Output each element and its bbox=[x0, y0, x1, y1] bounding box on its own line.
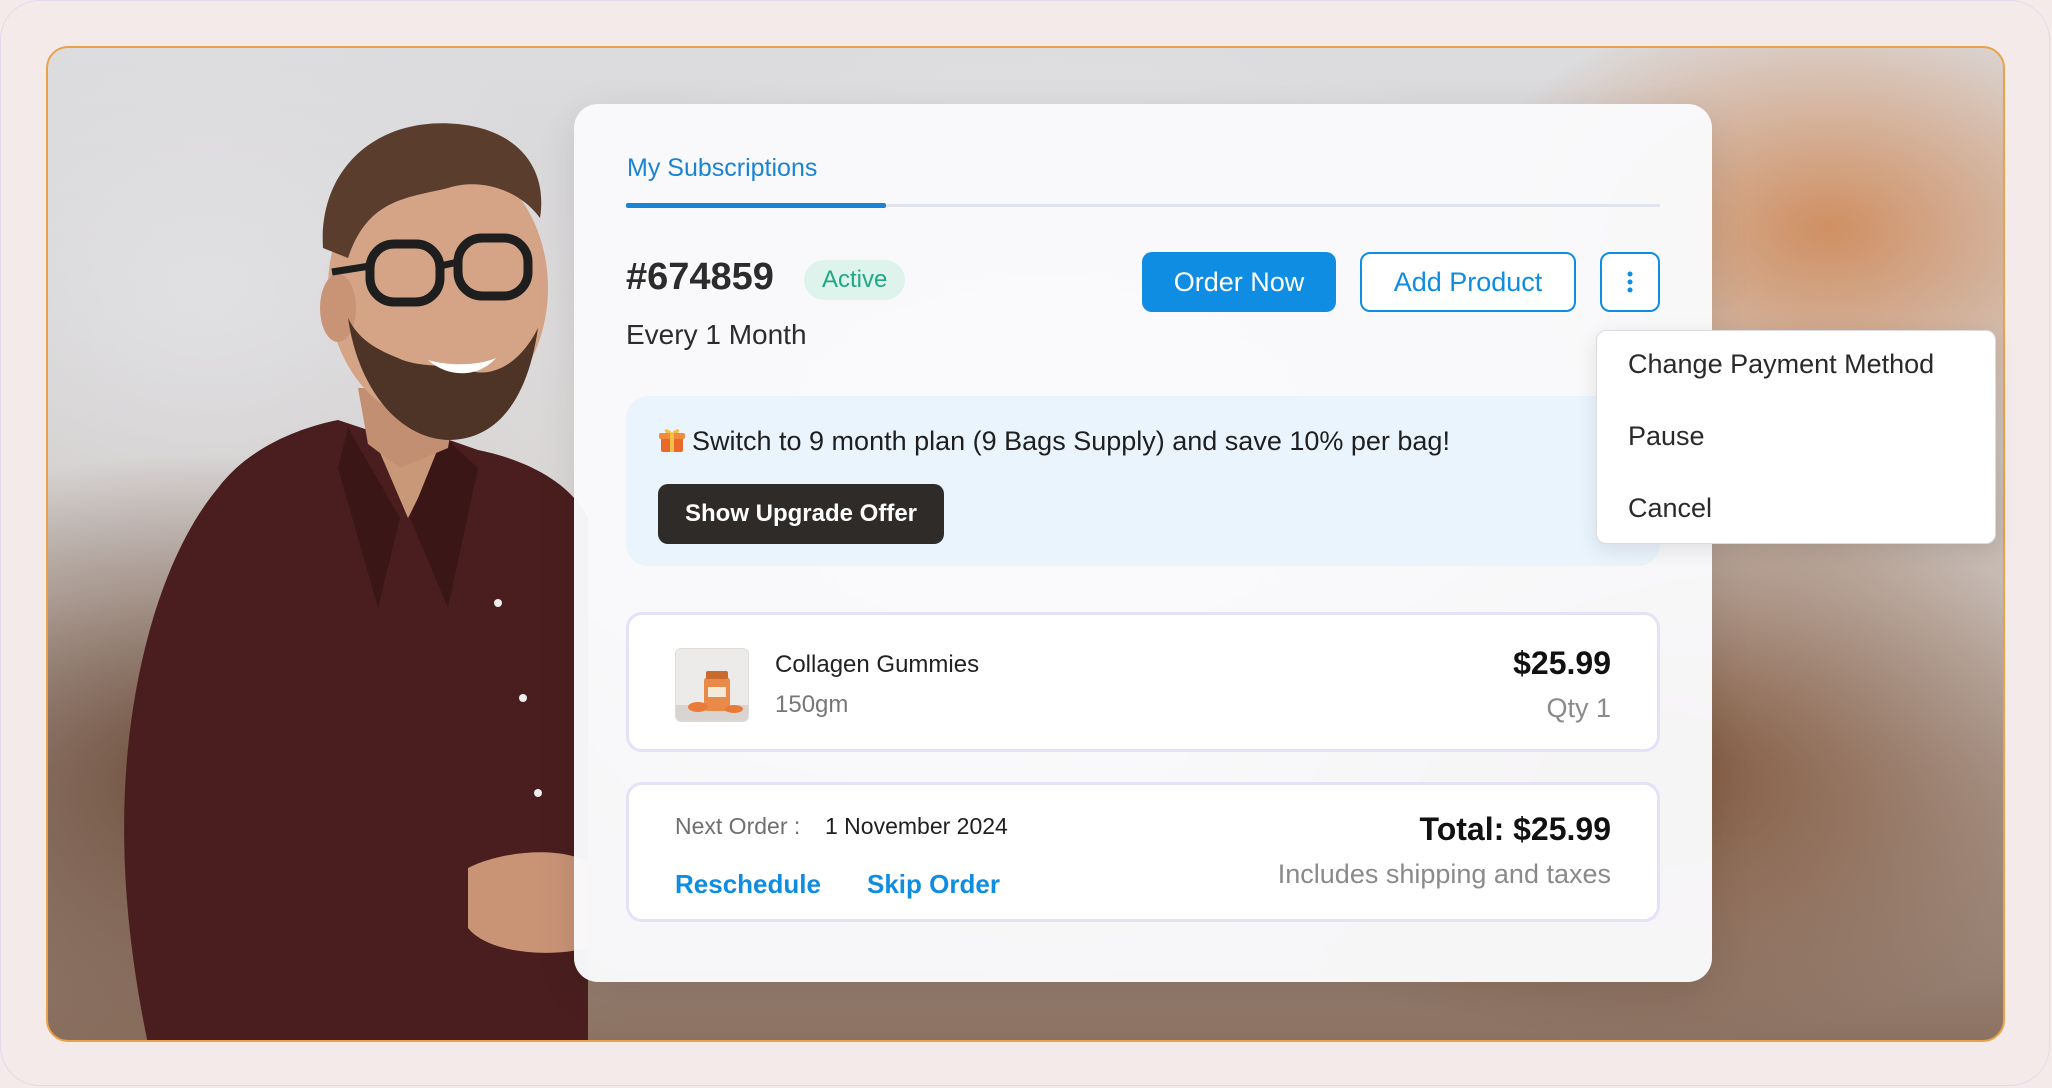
menu-item-pause[interactable]: Pause bbox=[1628, 421, 1705, 452]
order-now-button[interactable]: Order Now bbox=[1142, 252, 1336, 312]
options-dropdown-menu: Change Payment Method Pause Cancel bbox=[1596, 330, 1996, 544]
tab-active-indicator bbox=[626, 203, 886, 208]
promo-text: Switch to 9 month plan (9 Bags Supply) a… bbox=[692, 426, 1450, 456]
status-badge: Active bbox=[804, 260, 906, 300]
menu-item-change-payment-method[interactable]: Change Payment Method bbox=[1628, 349, 1934, 380]
add-product-button[interactable]: Add Product bbox=[1360, 252, 1576, 312]
skip-order-link[interactable]: Skip Order bbox=[867, 869, 1000, 900]
menu-item-cancel[interactable]: Cancel bbox=[1628, 493, 1712, 524]
total-note: Includes shipping and taxes bbox=[1277, 859, 1611, 889]
next-order-date: 1 November 2024 bbox=[825, 813, 1008, 839]
subscription-frequency: Every 1 Month bbox=[626, 319, 807, 350]
subscription-id: #674859 bbox=[626, 256, 774, 298]
product-name: Collagen Gummies bbox=[775, 651, 980, 678]
tab-my-subscriptions[interactable]: My Subscriptions bbox=[627, 154, 817, 183]
subscription-card: My Subscriptions #674859 Active Every 1 … bbox=[574, 104, 1712, 982]
product-price: $25.99 bbox=[1513, 645, 1611, 681]
vertical-dots-icon bbox=[1627, 271, 1633, 293]
more-options-button[interactable] bbox=[1600, 252, 1660, 312]
product-image bbox=[675, 648, 749, 722]
show-upgrade-offer-button[interactable]: Show Upgrade Offer bbox=[658, 484, 944, 544]
product-quantity: Qty 1 bbox=[1546, 693, 1611, 723]
tab-bar: My Subscriptions bbox=[626, 154, 1660, 208]
product-row: Collagen Gummies 150gm $25.99 Qty 1 bbox=[626, 612, 1660, 752]
next-order-panel: Next Order : 1 November 2024 Reschedule … bbox=[626, 782, 1660, 922]
reschedule-link[interactable]: Reschedule bbox=[675, 869, 821, 900]
upgrade-promo: Switch to 9 month plan (9 Bags Supply) a… bbox=[626, 396, 1660, 566]
product-variant: 150gm bbox=[775, 691, 849, 718]
next-order-label: Next Order : bbox=[675, 813, 801, 839]
order-total: Total: $25.99 bbox=[1419, 811, 1611, 847]
gift-icon bbox=[659, 429, 685, 452]
